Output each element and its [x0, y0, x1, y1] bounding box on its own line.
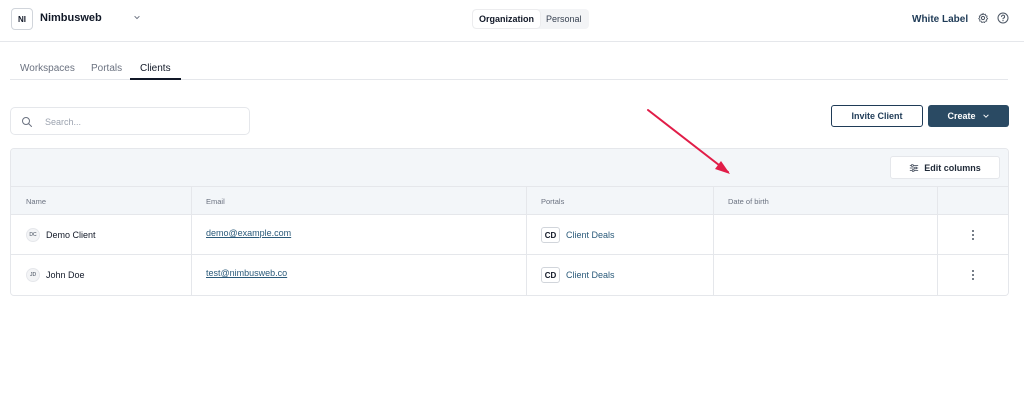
- search-input[interactable]: [45, 114, 235, 130]
- client-name: John Doe: [46, 270, 85, 280]
- column-divider: [526, 187, 527, 295]
- gear-icon[interactable]: [977, 12, 989, 24]
- tab-portals[interactable]: Portals: [91, 63, 122, 80]
- annotation-arrow: [647, 109, 730, 174]
- kebab-icon[interactable]: [967, 268, 979, 282]
- column-header-portals[interactable]: Portals: [541, 197, 564, 206]
- portal-link[interactable]: Client Deals: [566, 270, 615, 280]
- column-divider: [937, 187, 938, 295]
- chevron-down-icon: [982, 114, 989, 118]
- column-divider: [191, 187, 192, 295]
- kebab-icon[interactable]: [967, 228, 979, 242]
- context-toggle: Organization Personal: [472, 9, 589, 29]
- client-email-link[interactable]: demo@example.com: [206, 228, 291, 238]
- columns-icon: [910, 163, 919, 172]
- top-bar: NI Nimbusweb Organization Personal White…: [0, 0, 1024, 42]
- column-divider: [713, 187, 714, 295]
- toggle-organization[interactable]: Organization: [473, 10, 541, 28]
- create-button[interactable]: Create: [928, 105, 1009, 127]
- create-button-label: Create: [947, 111, 976, 121]
- edit-columns-button[interactable]: Edit columns: [890, 156, 1000, 179]
- portal-badge: CD: [541, 227, 560, 243]
- avatar: DC: [26, 228, 40, 242]
- portal-badge: CD: [541, 267, 560, 283]
- search-box: [10, 107, 250, 135]
- table-header: Name Email Portals Date of birth: [11, 187, 1008, 215]
- table-row[interactable]: JD John Doe test@nimbusweb.co CD Client …: [11, 255, 1008, 295]
- tab-workspaces[interactable]: Workspaces: [20, 63, 75, 80]
- workspace-badge[interactable]: NI: [11, 8, 33, 30]
- toggle-personal[interactable]: Personal: [540, 10, 588, 28]
- chevron-down-icon[interactable]: [133, 13, 141, 21]
- client-name: Demo Client: [46, 230, 96, 240]
- clients-table: Edit columns Name Email Portals Date of …: [10, 148, 1009, 296]
- column-header-date-of-birth[interactable]: Date of birth: [728, 197, 769, 206]
- client-email-link[interactable]: test@nimbusweb.co: [206, 268, 287, 278]
- white-label-link[interactable]: White Label: [912, 14, 968, 25]
- avatar: JD: [26, 268, 40, 282]
- help-icon[interactable]: [997, 12, 1009, 24]
- table-row[interactable]: DC Demo Client demo@example.com CD Clien…: [11, 215, 1008, 255]
- search-icon: [22, 117, 32, 127]
- table-toolbar: Edit columns: [11, 149, 1008, 187]
- tab-clients[interactable]: Clients: [130, 63, 181, 80]
- edit-columns-label: Edit columns: [924, 162, 981, 173]
- column-header-name[interactable]: Name: [26, 197, 46, 206]
- portal-link[interactable]: Client Deals: [566, 230, 615, 240]
- column-header-email[interactable]: Email: [206, 197, 225, 206]
- workspace-name[interactable]: Nimbusweb: [40, 12, 102, 24]
- invite-client-button[interactable]: Invite Client: [831, 105, 923, 127]
- tab-bar: Workspaces Portals Clients: [10, 60, 1008, 80]
